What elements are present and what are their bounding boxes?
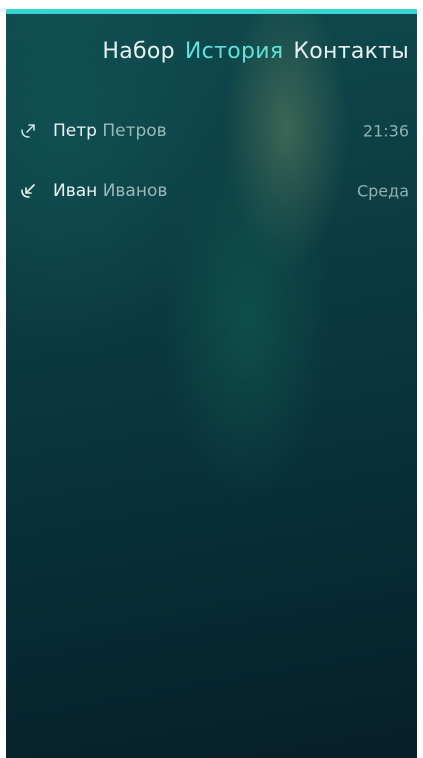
call-row[interactable]: Петр Петров 21:36 (6, 101, 417, 161)
header-tabs: Набор История Контакты (102, 39, 409, 64)
last-name: Петров (102, 121, 167, 141)
call-list: Петр Петров 21:36 Иван Иванов Среда (6, 101, 417, 221)
first-name: Иван (53, 181, 98, 201)
call-row[interactable]: Иван Иванов Среда (6, 161, 417, 221)
contact-name: Петр Петров (53, 121, 167, 141)
tab-contacts[interactable]: Контакты (293, 39, 409, 64)
call-time: 21:36 (362, 121, 409, 141)
tab-dialer[interactable]: Набор (102, 39, 175, 64)
outgoing-call-icon (18, 121, 38, 141)
accent-line (6, 9, 417, 14)
call-history-screen: Набор История Контакты Петр Петров 21:36 (6, 9, 417, 758)
tab-history[interactable]: История (185, 39, 283, 64)
call-time: Среда (356, 181, 409, 201)
incoming-call-icon (18, 181, 38, 201)
last-name: Иванов (102, 181, 168, 201)
contact-name: Иван Иванов (53, 181, 167, 201)
first-name: Петр (53, 121, 97, 141)
